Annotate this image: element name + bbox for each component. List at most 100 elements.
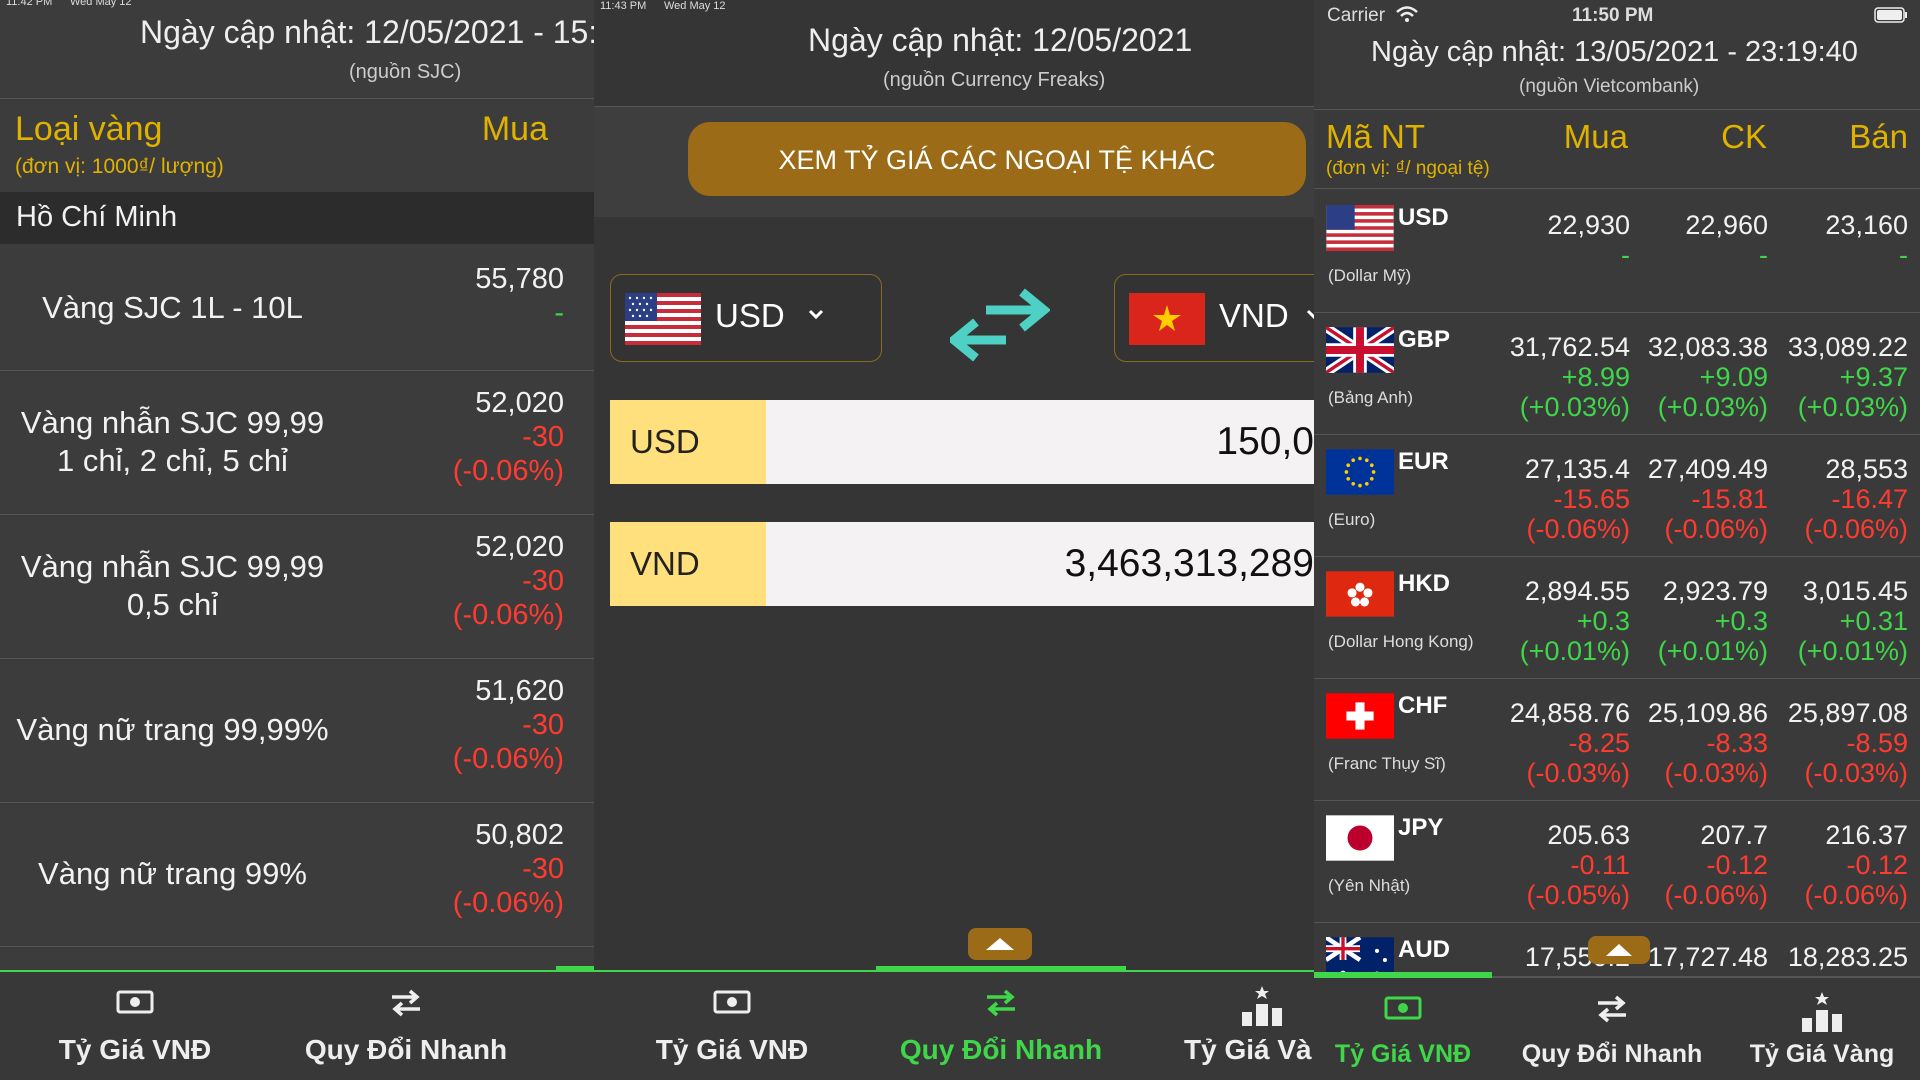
rate-change-pct: (+0.03%) xyxy=(1797,392,1908,422)
rate-change: - xyxy=(1899,240,1908,270)
chevron-down-icon xyxy=(1306,309,1314,320)
status-bar: 11:43 PM Wed May 12 xyxy=(594,0,1314,14)
gold-name: Vàng nhẫn SJC 99,99 0,5 chỉ xyxy=(20,549,325,622)
currency-row[interactable]: CHF (Franc Thụy Sĩ) 24,858.76 -8.25 (-0.03%)… xyxy=(1314,678,1920,801)
to-amount-value: 3,463,313,289 xyxy=(1064,542,1314,585)
rate-value: 216.37 xyxy=(1825,820,1908,850)
status-time: 11:50 PM xyxy=(1572,5,1654,26)
rate-value: 23,160 xyxy=(1825,210,1908,240)
vn-flag-icon xyxy=(1129,293,1205,345)
rate-value: 22,960 xyxy=(1685,210,1768,240)
gold-values: 52,020 -30 (-0.06%) xyxy=(453,530,564,632)
from-amount-field[interactable]: USD 150,0 xyxy=(610,400,1314,484)
unit-label: (đơn vị: 1000₫/ lượng) xyxy=(15,155,224,178)
rate-value: 25,109.86 xyxy=(1647,698,1768,728)
status-bar: 11:42 PM Wed May 12 xyxy=(0,0,594,14)
from-currency-code: USD xyxy=(715,297,785,334)
currency-row[interactable]: USD (Dollar Mỹ) 22,930-22,960-23,160- xyxy=(1314,190,1920,313)
battery-icon xyxy=(1874,7,1907,23)
tab-exchange-rate[interactable]: Tỷ Giá VNĐ xyxy=(1314,978,1492,1080)
swap-arrows-icon[interactable] xyxy=(950,288,1050,364)
tab-gold-price[interactable]: Tỷ Giá Vàng xyxy=(1732,978,1912,1080)
chevron-up-icon xyxy=(986,938,1014,950)
rate-sell: 23,160- xyxy=(1825,210,1908,270)
gold-change: -30 xyxy=(522,421,564,453)
tab-gold-price[interactable]: Tỷ Giá Và xyxy=(1184,972,1314,1080)
podium-icon xyxy=(1732,992,1912,1036)
tab-quick-convert[interactable]: Quy Đổi Nhanh xyxy=(1512,978,1712,1080)
banknote-icon xyxy=(30,986,240,1030)
rate-ck: 25,109.86 -8.33 (-0.03%) xyxy=(1648,698,1768,788)
rate-value: 27,409.49 xyxy=(1647,454,1768,484)
rate-change: - xyxy=(1759,240,1768,270)
to-amount-field[interactable]: VND 3,463,313,289 xyxy=(610,522,1314,606)
expand-button[interactable] xyxy=(968,928,1032,960)
banknote-icon xyxy=(632,986,832,1030)
gold-change: -30 xyxy=(522,565,564,597)
status-time: 11:42 PM xyxy=(6,0,53,8)
tab-exchange-rate[interactable]: Tỷ Giá VNĐ xyxy=(30,972,240,1080)
tab-label: Quy Đổi Nhanh xyxy=(899,1034,1103,1065)
column-header-sell: Bán xyxy=(1849,118,1908,155)
rate-sell: 28,553 -16.47 (-0.06%) xyxy=(1804,454,1908,544)
tab-exchange-rate[interactable]: Tỷ Giá VNĐ xyxy=(632,972,832,1080)
gold-row[interactable]: Vàng nữ trang 99% 50,802 -30 (-0.06%) xyxy=(0,802,594,947)
tab-quick-convert[interactable]: Quy Đổi Nhanh xyxy=(886,972,1116,1080)
gold-values: 55,780- xyxy=(475,262,564,330)
gold-change-pct: (-0.06%) xyxy=(452,887,564,919)
tab-label: Quy Đổi Nhanh xyxy=(1521,1040,1703,1068)
column-header-buy: Mua xyxy=(1563,118,1628,155)
podium-icon xyxy=(1184,986,1314,1030)
gold-row[interactable]: Vàng SJC 1L - 10L 55,780- xyxy=(0,246,594,371)
ch-flag-icon xyxy=(1326,693,1394,739)
gold-buy-price: 51,620 xyxy=(475,675,564,707)
gold-buy-price: 50,802 xyxy=(475,819,564,851)
chevron-up-icon xyxy=(1606,944,1632,956)
gold-row[interactable]: Vàng nhẫn SJC 99,99 0,5 chỉ 52,020 -30 (-0.… xyxy=(0,514,594,659)
rate-change-pct: (-0.06%) xyxy=(1664,880,1768,910)
rate-change-pct: (-0.06%) xyxy=(1664,514,1768,544)
rate-ck: 17,727.48 xyxy=(1648,942,1768,972)
currency-row[interactable]: EUR (Euro) 27,135.4 -15.65 (-0.06%) 27,409.49… xyxy=(1314,434,1920,557)
swap-icon xyxy=(290,986,522,1030)
rate-change-pct: (+0.01%) xyxy=(1519,636,1630,666)
to-amount-label: VND xyxy=(610,522,766,606)
exchange-rate-screen: Carrier 11:50 PM Ngày cập nhật: 13/05/20… xyxy=(1314,0,1920,1080)
currency-row[interactable]: GBP (Bảng Anh) 31,762.54 +8.99 (+0.03%) 32,08… xyxy=(1314,312,1920,435)
rate-buy: 24,858.76 -8.25 (-0.03%) xyxy=(1510,698,1630,788)
gold-row[interactable]: Vàng nhẫn SJC 99,99 1 chỉ, 2 chỉ, 5 chỉ 5… xyxy=(0,370,594,515)
tab-bar: Tỷ Giá VNĐ Quy Đổi Nhanh Tỷ Giá Và xyxy=(594,966,1314,1080)
currency-name: (Euro) xyxy=(1328,510,1376,529)
gold-row[interactable]: Vàng nữ trang 99,99% 51,620 -30 (-0.06%) xyxy=(0,658,594,803)
tab-bar: Tỷ Giá VNĐ Quy Đổi Nhanh Tỷ Giá Vàng xyxy=(1314,972,1920,1080)
rate-change-pct: (-0.03%) xyxy=(1664,758,1768,788)
rate-change: -8.59 xyxy=(1846,728,1908,758)
us-flag-icon xyxy=(625,293,701,345)
gold-change: - xyxy=(554,297,564,329)
rate-change: +8.99 xyxy=(1561,362,1630,392)
rate-sell: 216.37 -0.12 (-0.06%) xyxy=(1804,820,1908,910)
rate-change: -0.12 xyxy=(1846,850,1908,880)
update-date: Ngày cập nhật: 13/05/2021 - 23:19:40 xyxy=(1371,36,1858,68)
rate-change: -15.81 xyxy=(1691,484,1768,514)
rate-change-pct: (-0.03%) xyxy=(1526,758,1630,788)
update-date: Ngày cập nhật: 12/05/2021 xyxy=(808,22,1193,58)
tab-quick-convert[interactable]: Quy Đổi Nhanh xyxy=(290,972,522,1080)
rate-buy: 22,930- xyxy=(1547,210,1630,270)
from-currency-select[interactable]: USD xyxy=(610,274,882,362)
column-header-code: Mã NT xyxy=(1326,118,1425,155)
tab-label: Tỷ Giá VNĐ xyxy=(655,1034,809,1065)
rate-change-pct: (-0.05%) xyxy=(1526,880,1630,910)
gold-values: 51,620 -30 (-0.06%) xyxy=(453,674,564,776)
to-currency-select[interactable]: VND xyxy=(1114,274,1314,362)
rate-value: 2,923.79 xyxy=(1662,576,1768,606)
rate-change-pct: (-0.03%) xyxy=(1804,758,1908,788)
currency-row[interactable]: JPY (Yên Nhật) 205.63 -0.11 (-0.05%) 207.7 -0.… xyxy=(1314,800,1920,923)
rate-sell: 25,897.08 -8.59 (-0.03%) xyxy=(1788,698,1908,788)
rate-value: 28,553 xyxy=(1825,454,1908,484)
view-other-currencies-button[interactable]: XEM TỶ GIÁ CÁC NGOẠI TỆ KHÁC xyxy=(688,122,1306,196)
expand-button[interactable] xyxy=(1588,936,1650,964)
rate-ck: 27,409.49 -15.81 (-0.06%) xyxy=(1648,454,1768,544)
currency-code: HKD xyxy=(1398,570,1450,597)
currency-row[interactable]: HKD (Dollar Hong Kong) 2,894.55 +0.3 (+0.01%… xyxy=(1314,556,1920,679)
